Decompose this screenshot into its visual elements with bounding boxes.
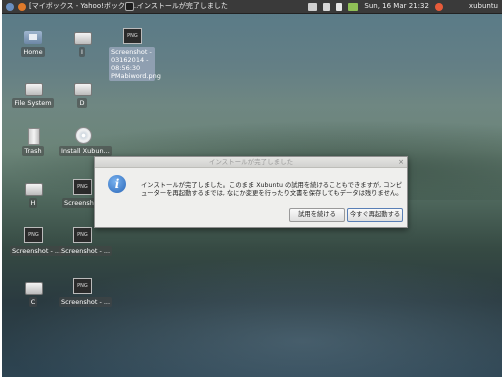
drive-icon bbox=[22, 277, 44, 295]
desktop-icon-file-system[interactable]: File System bbox=[10, 78, 56, 108]
clock[interactable]: Sun, 16 Mar 21:32 bbox=[364, 0, 429, 13]
icon-label: D bbox=[77, 98, 87, 108]
drive-icon bbox=[71, 78, 93, 96]
icon-label: Install Xubun... bbox=[59, 146, 112, 156]
cd-icon bbox=[71, 126, 93, 144]
desktop-icon-drive-h[interactable]: H bbox=[10, 178, 56, 208]
image-file-icon: PNG bbox=[71, 226, 93, 244]
dialog-title: インストールが完了しました bbox=[208, 158, 294, 166]
icon-label: Screenshot - ... bbox=[10, 246, 64, 256]
taskbar-item-label: インストールが完了しました bbox=[137, 2, 228, 10]
desktop-icon-screenshot[interactable]: PNG Screenshot - ... bbox=[59, 277, 113, 307]
taskbar-item-browser[interactable]: [マイボックス - Yahoo!ボックス... bbox=[18, 1, 138, 12]
icon-label: Home bbox=[21, 47, 45, 57]
window-icon bbox=[125, 2, 134, 11]
desktop-icon-trash[interactable]: Trash bbox=[10, 126, 56, 156]
icon-label: File System bbox=[12, 98, 54, 108]
home-folder-icon bbox=[22, 27, 44, 45]
mail-icon[interactable] bbox=[308, 2, 318, 11]
desktop-icon-screenshot[interactable]: PNG Screenshot - ... bbox=[59, 226, 113, 256]
image-file-icon: PNG bbox=[121, 27, 143, 45]
image-file-icon: PNG bbox=[71, 178, 93, 196]
icon-label: H bbox=[28, 198, 38, 208]
desktop-icon-drive-i[interactable]: I bbox=[59, 27, 105, 57]
drive-icon bbox=[71, 27, 93, 45]
desktop-icon-drive-d[interactable]: D bbox=[59, 78, 105, 108]
xubuntu-menu-icon bbox=[6, 2, 14, 11]
desktop-icon-home[interactable]: Home bbox=[10, 27, 56, 57]
info-icon: i bbox=[108, 175, 126, 193]
username[interactable]: xubuntu bbox=[469, 0, 498, 13]
image-file-icon: PNG bbox=[22, 226, 44, 244]
icon-label: Screenshot - 03162014 - 08:56:30 PMabiwo… bbox=[109, 47, 161, 81]
icon-label: C bbox=[28, 297, 38, 307]
power-icon[interactable] bbox=[434, 2, 443, 11]
taskbar-item-label: [マイボックス - Yahoo!ボックス... bbox=[29, 2, 139, 10]
desktop-icon-drive-c[interactable]: C bbox=[10, 277, 56, 307]
icon-label: I bbox=[79, 47, 85, 57]
desktop-icon-install-xubuntu[interactable]: Install Xubun... bbox=[59, 126, 112, 156]
firefox-icon bbox=[18, 2, 26, 11]
image-file-icon: PNG bbox=[71, 277, 93, 295]
restart-now-button[interactable]: 今すぐ再起動する bbox=[347, 208, 403, 222]
desktop-icon-screenshot[interactable]: PNG Screenshot - ... bbox=[10, 226, 64, 256]
trash-icon bbox=[22, 126, 44, 145]
network-icon[interactable] bbox=[323, 2, 331, 11]
info-icon[interactable] bbox=[336, 2, 343, 11]
desktop: [マイボックス - Yahoo!ボックス... インストールが完了しました Su… bbox=[2, 0, 502, 377]
dialog-message: インストールが完了しました。このまま Xubuntu の試用を続けることもできま… bbox=[141, 182, 403, 197]
drive-icon bbox=[22, 178, 44, 196]
close-icon[interactable]: × bbox=[398, 157, 404, 167]
icon-label: Trash bbox=[22, 146, 44, 156]
battery-icon[interactable] bbox=[348, 2, 359, 11]
app-menu-button[interactable] bbox=[6, 1, 14, 12]
taskbar-item-dialog[interactable]: インストールが完了しました bbox=[125, 1, 228, 12]
top-panel: [マイボックス - Yahoo!ボックス... インストールが完了しました Su… bbox=[2, 0, 502, 14]
dialog-titlebar[interactable]: インストールが完了しました × bbox=[95, 157, 407, 168]
install-complete-dialog: インストールが完了しました × i インストールが完了しました。このまま Xub… bbox=[94, 156, 408, 228]
icon-label: Screenshot - ... bbox=[59, 246, 113, 256]
desktop-icon-screenshot-selected[interactable]: PNG Screenshot - 03162014 - 08:56:30 PMa… bbox=[109, 27, 161, 81]
icon-label: Screenshot - ... bbox=[59, 297, 113, 307]
drive-icon bbox=[22, 78, 44, 96]
continue-trial-button[interactable]: 試用を続ける bbox=[289, 208, 345, 222]
